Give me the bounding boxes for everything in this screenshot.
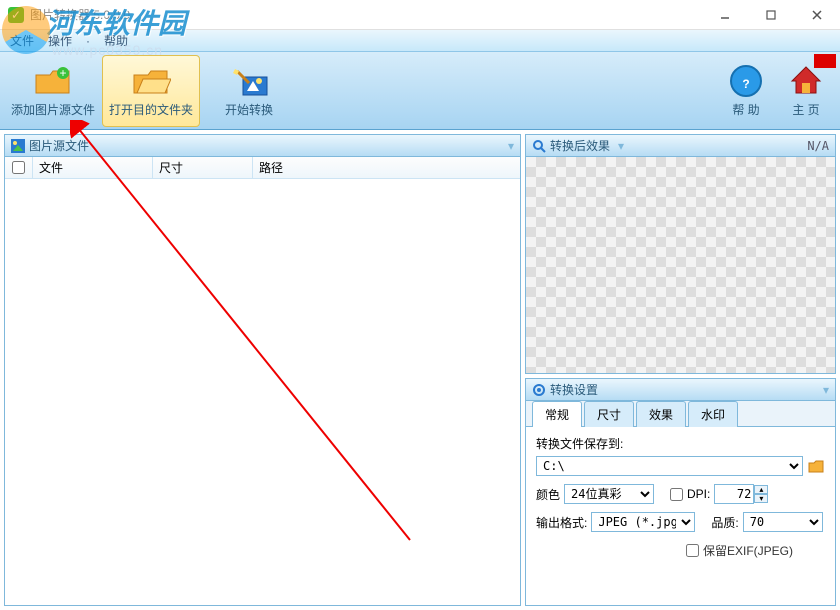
settings-header: 转换设置 ▾ [526, 379, 835, 401]
tab-watermark[interactable]: 水印 [688, 401, 738, 427]
keep-exif-checkbox[interactable] [686, 544, 699, 557]
save-path-select[interactable]: C:\ [536, 456, 803, 476]
general-tab-body: 转换文件保存到: C:\ 颜色 24位真彩 DPI: [526, 427, 835, 605]
column-checkbox[interactable] [5, 157, 33, 178]
open-target-button[interactable]: 打开目的文件夹 [102, 55, 200, 127]
preview-header: 转换后效果 ▾ N/A [526, 135, 835, 157]
app-icon: ✓ [8, 7, 24, 23]
add-source-label: 添加图片源文件 [11, 101, 95, 118]
folder-add-icon: + [33, 63, 73, 99]
keep-exif-label: 保留EXIF(JPEG) [703, 542, 793, 559]
tab-size[interactable]: 尺寸 [584, 401, 634, 427]
window-controls [702, 0, 840, 30]
column-file[interactable]: 文件 [33, 157, 153, 178]
start-convert-label: 开始转换 [225, 101, 273, 118]
settings-tabs: 常规 尺寸 效果 水印 [526, 401, 835, 427]
magnifier-icon [532, 139, 546, 153]
start-convert-button[interactable]: 开始转换 [200, 55, 298, 127]
svg-text:+: + [59, 66, 66, 80]
preview-title: 转换后效果 [550, 137, 610, 154]
chevron-down-icon[interactable]: ▾ [823, 383, 829, 397]
home-icon [786, 63, 826, 99]
source-list-body[interactable] [5, 179, 520, 605]
menu-help[interactable]: 帮助 [104, 32, 128, 49]
column-path[interactable]: 路径 [253, 157, 520, 178]
menu-file[interactable]: 文件 [10, 32, 34, 49]
window-title: 图片转换器 5.0.0.0 [30, 6, 130, 23]
gear-icon [532, 383, 546, 397]
dpi-up[interactable]: ▴ [754, 485, 768, 494]
right-pane: 转换后效果 ▾ N/A 转换设置 ▾ 常规 尺寸 效果 水印 转换文件保存到: [525, 134, 836, 606]
quality-select[interactable]: 70 [743, 512, 823, 532]
dpi-checkbox[interactable] [670, 488, 683, 501]
chevron-down-icon[interactable]: ▾ [618, 139, 624, 153]
image-icon [11, 139, 25, 153]
add-source-button[interactable]: + 添加图片源文件 [4, 55, 102, 127]
preview-canvas [526, 157, 835, 373]
main-area: 图片源文件 ▾ 文件 尺寸 路径 转换后效果 ▾ N/A 转换设置 ▾ [0, 130, 840, 610]
preview-na-label: N/A [807, 139, 829, 153]
quality-label: 品质: [711, 514, 738, 531]
select-all-checkbox[interactable] [12, 161, 25, 174]
folder-open-icon [131, 63, 171, 99]
browse-folder-button[interactable] [807, 457, 825, 475]
dpi-label: DPI: [687, 487, 710, 501]
help-label: 帮 助 [732, 101, 759, 118]
color-label: 颜色 [536, 486, 560, 503]
dpi-down[interactable]: ▾ [754, 494, 768, 503]
dpi-input[interactable] [714, 484, 754, 504]
source-list-header: 图片源文件 ▾ [5, 135, 520, 157]
svg-text:✓: ✓ [11, 8, 21, 22]
help-icon: ? [726, 63, 766, 99]
format-label: 输出格式: [536, 514, 587, 531]
home-label: 主 页 [792, 101, 819, 118]
source-list-pane: 图片源文件 ▾ 文件 尺寸 路径 [4, 134, 521, 606]
titlebar: ✓ 图片转换器 5.0.0.0 [0, 0, 840, 30]
settings-pane: 转换设置 ▾ 常规 尺寸 效果 水印 转换文件保存到: C:\ [525, 378, 836, 606]
preview-pane: 转换后效果 ▾ N/A [525, 134, 836, 374]
color-select[interactable]: 24位真彩 [564, 484, 654, 504]
chevron-down-icon[interactable]: ▾ [508, 139, 514, 153]
open-target-label: 打开目的文件夹 [109, 101, 193, 118]
toolbar: + 添加图片源文件 打开目的文件夹 开始转换 ? 帮 助 主 页 [0, 52, 840, 130]
source-list-columns: 文件 尺寸 路径 [5, 157, 520, 179]
settings-title: 转换设置 [550, 381, 598, 398]
minimize-button[interactable] [702, 0, 748, 30]
format-select[interactable]: JPEG (*.jpg) [591, 512, 695, 532]
close-button[interactable] [794, 0, 840, 30]
menu-sep: · [86, 34, 90, 48]
save-to-label: 转换文件保存到: [536, 435, 825, 452]
maximize-button[interactable] [748, 0, 794, 30]
svg-text:?: ? [742, 77, 749, 91]
column-size[interactable]: 尺寸 [153, 157, 253, 178]
tab-general[interactable]: 常规 [532, 401, 582, 427]
menu-action[interactable]: 操作 [48, 32, 72, 49]
menubar: 文件 操作 · 帮助 [0, 30, 840, 52]
help-button[interactable]: ? 帮 助 [716, 55, 776, 127]
source-list-title: 图片源文件 [29, 137, 89, 154]
tab-effect[interactable]: 效果 [636, 401, 686, 427]
magic-wand-icon [229, 63, 269, 99]
home-button[interactable]: 主 页 [776, 55, 836, 127]
